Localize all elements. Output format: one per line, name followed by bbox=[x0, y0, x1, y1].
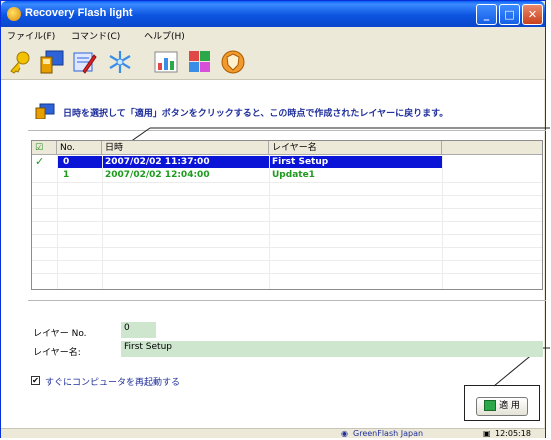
list-header: ☑ No. 日時 レイヤー名 bbox=[32, 141, 542, 155]
header-layer-name[interactable]: レイヤー名 bbox=[269, 141, 442, 155]
apply-button[interactable]: 適 用 bbox=[476, 397, 528, 416]
puzzle-icon[interactable] bbox=[187, 49, 213, 75]
layer-list[interactable]: ☑ No. 日時 レイヤー名 ✓ 0 2007/02/02 11:37:00 F… bbox=[31, 140, 543, 290]
menu-command[interactable]: コマンド(C) bbox=[71, 29, 120, 42]
clock-time: 12:05:18 bbox=[495, 429, 531, 438]
shield-icon[interactable] bbox=[220, 49, 246, 75]
maximize-button[interactable]: □ bbox=[499, 4, 520, 25]
window-title: Recovery Flash light bbox=[25, 7, 133, 19]
snowflake-icon[interactable] bbox=[107, 49, 133, 75]
layer-name-label: レイヤー名: bbox=[33, 348, 81, 358]
row-datetime: 2007/02/02 11:37:00 bbox=[105, 157, 210, 167]
tray-icon: ◉ bbox=[341, 429, 348, 438]
tray-text: GreenFlash Japan bbox=[353, 429, 424, 438]
header-datetime[interactable]: 日時 bbox=[102, 141, 269, 155]
layer-name-field: First Setup bbox=[121, 341, 543, 357]
row-layer-name: First Setup bbox=[272, 157, 329, 167]
menu-bar: ファイル(F) コマンド(C) ヘルプ(H) bbox=[1, 27, 545, 44]
row-no: 1 bbox=[63, 170, 70, 180]
menu-file[interactable]: ファイル(F) bbox=[7, 29, 55, 42]
restart-label[interactable]: すぐにコンピュータを再起動する bbox=[45, 375, 180, 388]
title-bar[interactable]: Recovery Flash light _ □ ✕ bbox=[1, 1, 545, 27]
row-check-mark[interactable]: ✓ bbox=[32, 156, 57, 168]
header-filler bbox=[442, 141, 542, 155]
row-no: 0 bbox=[63, 157, 70, 167]
header-check[interactable]: ☑ bbox=[32, 141, 57, 155]
instruction-text: 日時を選択して「適用」ボタンをクリックすると、この時点で作成されたレイヤーに戻り… bbox=[63, 109, 449, 119]
clock-icon: ▣ bbox=[483, 429, 491, 438]
layer-no-field: 0 bbox=[121, 322, 156, 338]
toolbar bbox=[1, 44, 545, 80]
row-datetime: 2007/02/02 12:04:00 bbox=[105, 170, 210, 180]
app-logo-icon bbox=[7, 7, 21, 21]
monitor-icon[interactable] bbox=[39, 49, 65, 75]
row-layer-name: Update1 bbox=[272, 170, 315, 180]
header-no[interactable]: No. bbox=[57, 141, 102, 155]
close-button[interactable]: ✕ bbox=[522, 4, 543, 25]
chart-icon[interactable] bbox=[153, 49, 179, 75]
row-check-mark[interactable] bbox=[32, 169, 57, 181]
minimize-button[interactable]: _ bbox=[476, 4, 497, 25]
table-row[interactable]: 1 2007/02/02 12:04:00 Update1 bbox=[32, 169, 542, 181]
status-bar: ◉ GreenFlash Japan ▣ 12:05:18 bbox=[1, 428, 545, 438]
edit-icon[interactable] bbox=[71, 49, 97, 75]
menu-help[interactable]: ヘルプ(H) bbox=[144, 29, 185, 42]
table-row[interactable]: ✓ 0 2007/02/02 11:37:00 First Setup bbox=[32, 156, 542, 168]
apply-button-label: 適 用 bbox=[499, 401, 520, 411]
divider bbox=[28, 300, 546, 301]
computer-info-icon bbox=[35, 103, 55, 119]
key-icon[interactable] bbox=[7, 49, 33, 75]
restart-checkbox[interactable]: ✔ bbox=[31, 376, 40, 385]
divider bbox=[28, 130, 546, 131]
apply-icon bbox=[484, 400, 497, 411]
layer-no-label: レイヤー No. bbox=[33, 329, 87, 339]
